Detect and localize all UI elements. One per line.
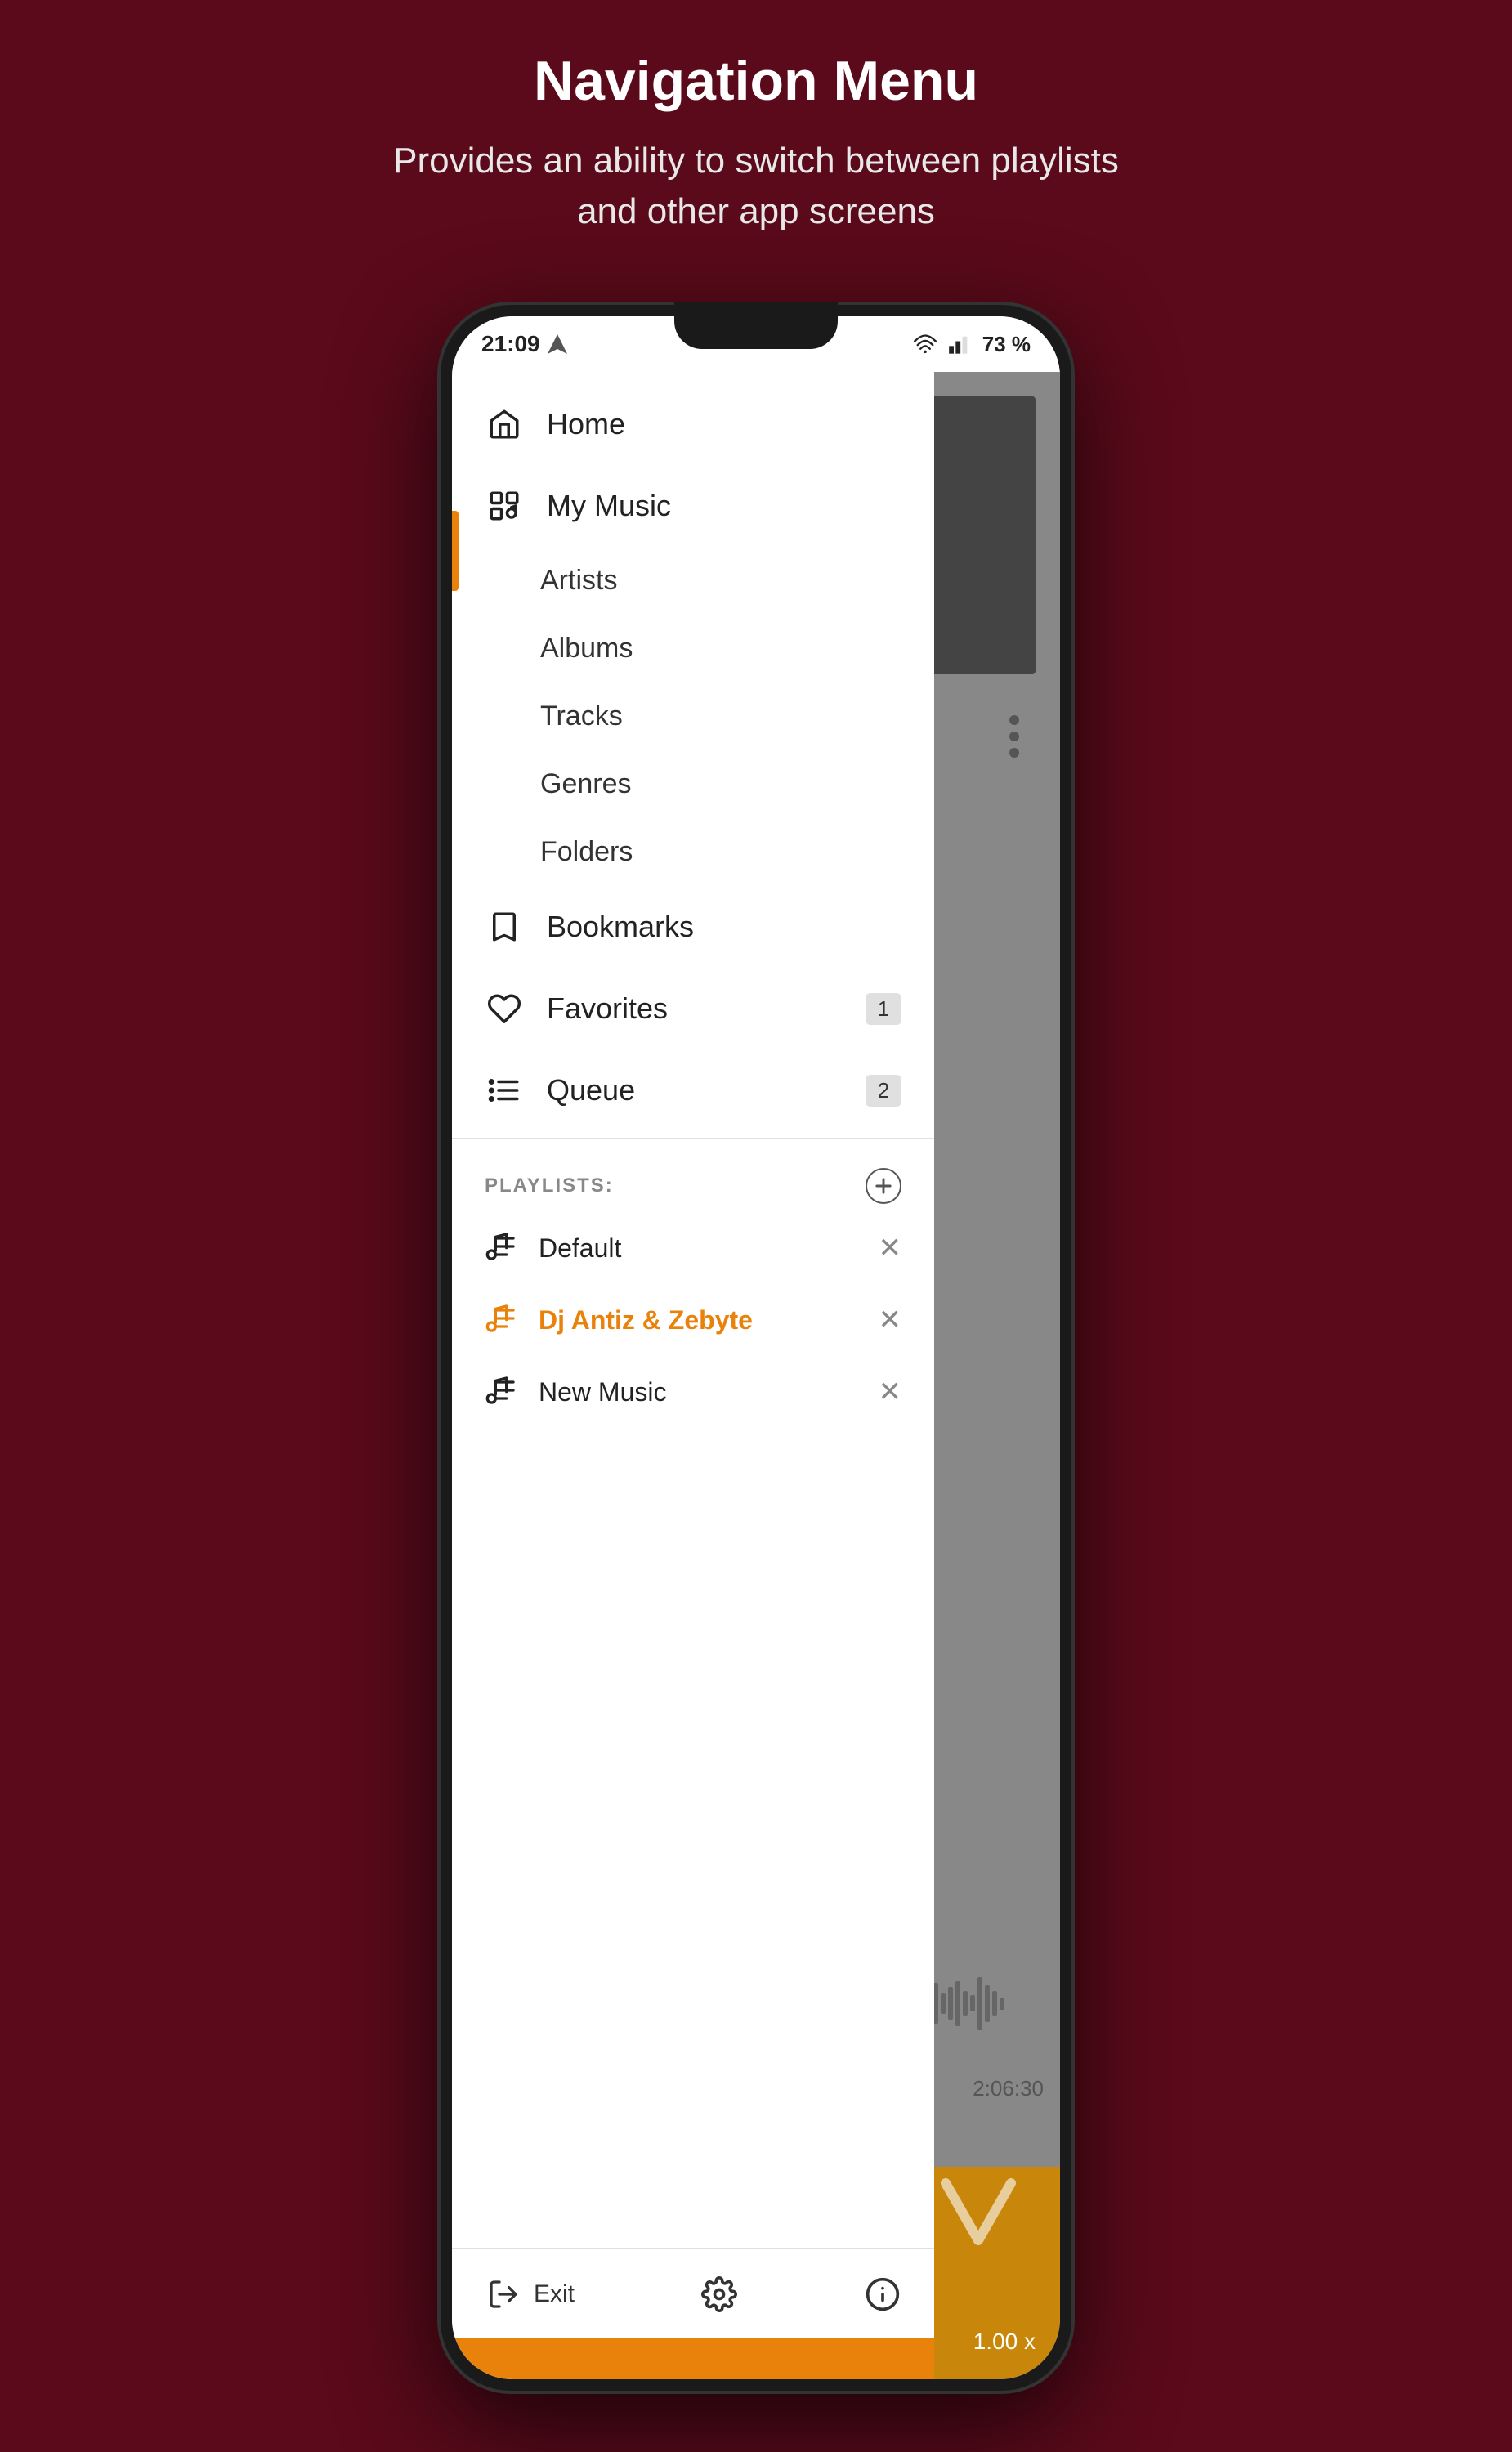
- screen-body: 2:06:30 1.00 x: [452, 372, 1060, 2379]
- phone-mockup: 21:09: [437, 302, 1075, 2394]
- artists-label: Artists: [540, 565, 617, 597]
- info-icon: [864, 2275, 901, 2313]
- playlist-icon-new-music: [485, 1374, 521, 1410]
- playlists-section: PLAYLISTS:: [452, 1145, 934, 1436]
- playlist-new-music-close[interactable]: ✕: [879, 1376, 902, 1408]
- home-icon: [485, 405, 524, 444]
- playlist-dj-antiz-label: Dj Antiz & Zebyte: [539, 1305, 753, 1336]
- playlist-default-close[interactable]: ✕: [879, 1232, 902, 1264]
- active-indicator: [452, 511, 459, 591]
- nav-item-favorites[interactable]: Favorites 1: [452, 968, 934, 1049]
- nav-sub-folders[interactable]: Folders: [452, 818, 934, 886]
- playlists-label: PLAYLISTS:: [485, 1175, 614, 1197]
- nav-sub-albums[interactable]: Albums: [452, 615, 934, 682]
- nav-item-bookmarks[interactable]: Bookmarks: [452, 886, 934, 968]
- folders-label: Folders: [540, 836, 633, 868]
- wifi-icon: [914, 333, 937, 356]
- info-button[interactable]: [864, 2275, 901, 2313]
- status-time: 21:09: [481, 331, 568, 357]
- playlists-header: PLAYLISTS:: [452, 1153, 934, 1212]
- navigation-icon: [547, 333, 568, 355]
- queue-icon: [485, 1071, 524, 1110]
- playlist-dj-antiz-close[interactable]: ✕: [879, 1304, 902, 1336]
- favorites-label: Favorites: [547, 991, 668, 1026]
- page-subtitle: Provides an ability to switch between pl…: [388, 136, 1124, 236]
- page-title: Navigation Menu: [534, 49, 978, 113]
- heart-icon: [485, 989, 524, 1028]
- queue-badge: 2: [866, 1075, 901, 1107]
- section-divider: [452, 1138, 934, 1139]
- signal-icon: [948, 333, 971, 356]
- nav-items-list: Home My Music: [452, 372, 934, 2248]
- my-music-label: My Music: [547, 489, 671, 523]
- battery-level: 73 %: [982, 332, 1031, 357]
- logo-graphic: [937, 2175, 1019, 2257]
- exit-icon: [485, 2275, 522, 2313]
- exit-label: Exit: [534, 2280, 575, 2308]
- orange-bottom-strip: [452, 2338, 934, 2379]
- speed-indicator: 1.00 x: [973, 2329, 1036, 2355]
- nav-sub-genres[interactable]: Genres: [452, 750, 934, 818]
- queue-label: Queue: [547, 1073, 635, 1107]
- phone-screen: 21:09: [452, 316, 1060, 2379]
- albums-label: Albums: [540, 633, 633, 664]
- home-label: Home: [547, 407, 625, 441]
- playlist-item-new-music[interactable]: New Music ✕: [452, 1356, 934, 1428]
- favorites-badge: 1: [866, 993, 901, 1025]
- music-library-icon: [485, 486, 524, 526]
- playlist-new-music-label: New Music: [539, 1377, 666, 1407]
- phone-notch: [674, 302, 838, 349]
- nav-item-my-music[interactable]: My Music: [452, 465, 934, 547]
- tracks-label: Tracks: [540, 700, 623, 732]
- bookmark-icon: [485, 907, 524, 946]
- playlist-item-default[interactable]: Default ✕: [452, 1212, 934, 1284]
- exit-button[interactable]: Exit: [485, 2275, 575, 2313]
- playlist-item-dj-antiz[interactable]: Dj Antiz & Zebyte ✕: [452, 1284, 934, 1356]
- more-options-icon: [1009, 715, 1019, 758]
- settings-button[interactable]: [700, 2275, 738, 2313]
- playback-time: 2:06:30: [973, 2076, 1044, 2101]
- playlist-icon-default: [485, 1230, 521, 1266]
- bookmarks-label: Bookmarks: [547, 910, 694, 944]
- status-icons: 73 %: [914, 332, 1031, 357]
- nav-sub-artists[interactable]: Artists: [452, 547, 934, 615]
- nav-item-queue[interactable]: Queue 2: [452, 1049, 934, 1131]
- playlist-icon-dj-antiz: [485, 1302, 521, 1338]
- nav-drawer: Home My Music: [452, 372, 934, 2379]
- genres-label: Genres: [540, 768, 632, 800]
- nav-sub-tracks[interactable]: Tracks: [452, 682, 934, 750]
- add-playlist-button[interactable]: [866, 1168, 901, 1204]
- settings-icon: [700, 2275, 738, 2313]
- nav-item-home[interactable]: Home: [452, 383, 934, 465]
- playlist-default-label: Default: [539, 1233, 621, 1264]
- bottom-bar: Exit: [452, 2248, 934, 2338]
